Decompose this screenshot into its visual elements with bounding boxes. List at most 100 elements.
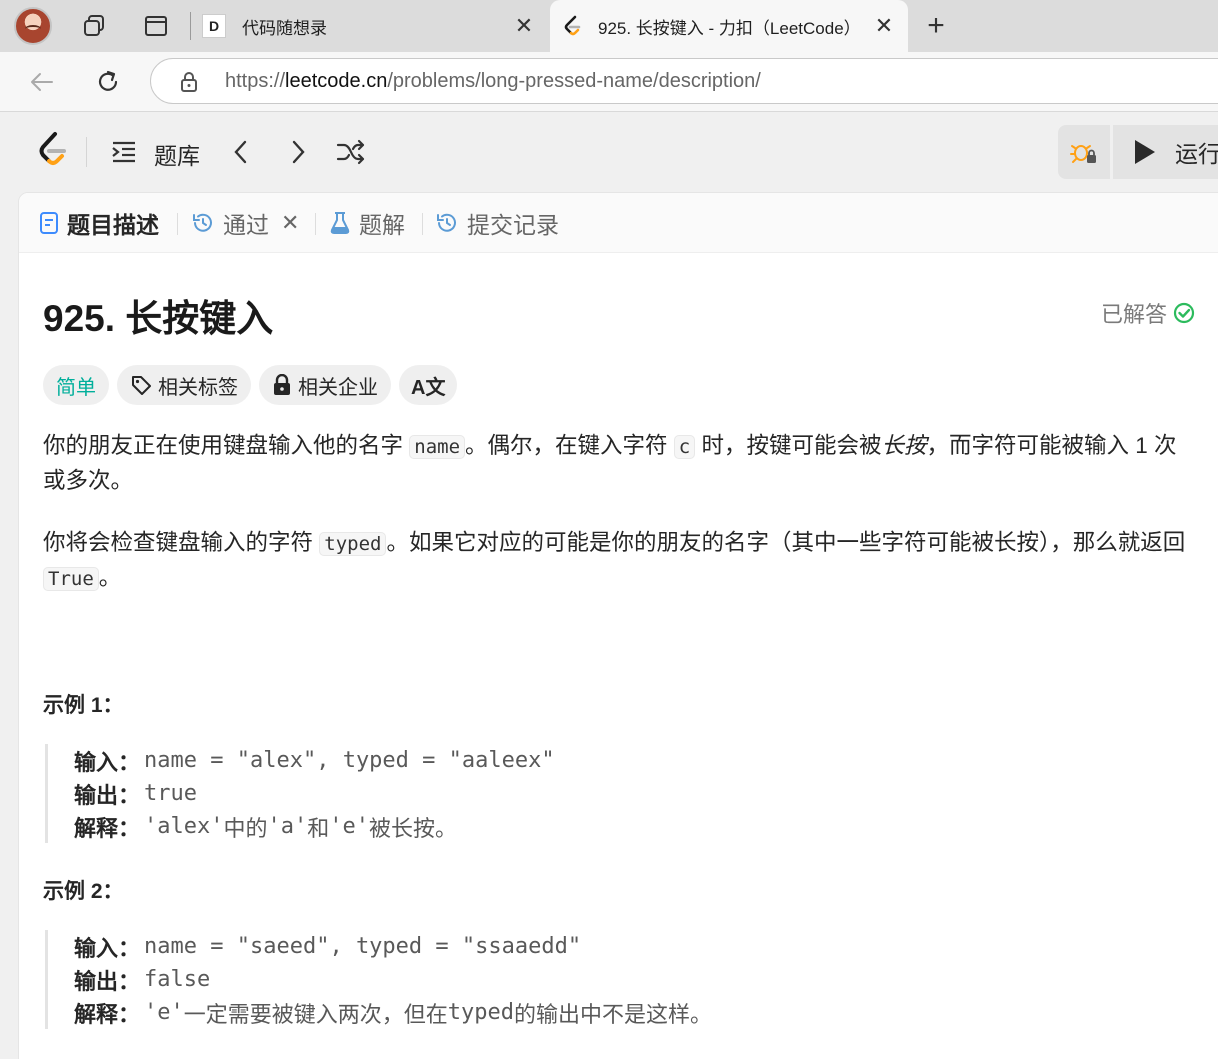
history-icon [437,213,456,232]
url-domain: leetcode.cn [285,70,388,92]
description-icon [40,212,58,234]
explain-label: 解释： [74,815,141,841]
tab-submissions[interactable]: 提交记录 [435,206,559,240]
new-tab-icon[interactable]: + [920,9,952,42]
chevron-right-icon [292,140,305,164]
tab-strip: D 代码随想录 ✕ 925. 长按键入 - 力扣（LeetCode） ✕ + [0,0,1218,52]
leetcode-header: 题库 运行 [0,113,1218,191]
tab-description[interactable]: 题目描述 [39,206,159,240]
lock-icon[interactable] [177,70,201,94]
tab-accepted-label: 通过 [223,212,269,238]
tab-description-label: 题目描述 [67,212,159,238]
explain-label: 解释： [74,1001,141,1027]
desc-emphasis: 长按 [881,433,927,458]
solved-status-label: 已解答 [1100,302,1167,327]
explain-text: 一定需要被键入两次，但在 [183,1001,448,1027]
tab-divider [422,213,423,235]
related-topics-button[interactable]: 相关标签 [117,365,251,405]
example-1-explanation: 解释：'alex' 中的 'a' 和 'e' 被长按。 [74,810,1195,843]
check-circle-icon [1173,302,1195,324]
explain-code: typed [447,1000,515,1025]
url-path: /problems/long-pressed-name/description/ [387,70,761,92]
problem-title[interactable]: 925. 长按键入 [43,288,273,342]
output-label: 输出： [74,782,141,808]
history-icon [193,213,212,232]
tab-actions-icon[interactable] [142,12,170,40]
header-divider [86,137,87,167]
output-label: 输出： [74,968,141,994]
play-icon [1135,140,1155,164]
desc-text: 。 [98,565,122,590]
daimasuixianglu-favicon-icon: D [202,14,226,38]
back-icon [31,73,53,91]
example-2-input: 输入： name = "saeed", typed = "ssaaedd" [74,930,1195,963]
debug-icon [1070,145,1096,163]
close-icon[interactable]: ✕ [281,210,299,236]
tag-icon [132,376,151,395]
example-1-title: 示例 1： [43,694,124,717]
back-button[interactable] [26,66,58,98]
tab-title: 925. 长按键入 - 力扣（LeetCode） [598,18,861,38]
prev-problem-button[interactable] [226,137,256,167]
related-companies-button[interactable]: 相关企业 [259,365,391,405]
explain-text: 中的 [223,815,268,841]
close-icon[interactable]: ✕ [512,13,536,38]
chevron-left-icon [234,140,247,164]
run-button[interactable]: 运行 [1113,125,1218,179]
random-problem-button[interactable] [336,137,366,167]
example-2-explanation: 解释：'e' 一定需要被键入两次，但在 typed 的输出中不是这样。 [74,996,1195,1029]
leetcode-favicon-icon [564,15,581,36]
explain-code: 'alex' [144,814,224,839]
inline-code: name [409,435,466,459]
problem-list-icon[interactable] [110,139,138,165]
desc-text: 你的朋友正在使用键盘输入他的名字 [43,433,410,458]
browser-tab-leetcode[interactable]: 925. 长按键入 - 力扣（LeetCode） ✕ [550,0,908,52]
tab-divider [177,213,178,235]
url-text[interactable]: https://leetcode.cn/problems/long-presse… [225,70,761,93]
browser-window: D 代码随想录 ✕ 925. 长按键入 - 力扣（LeetCode） ✕ + h… [0,0,1218,1059]
example-2-output: 输出： false [74,963,1195,996]
navigation-bar: https://leetcode.cn/problems/long-presse… [0,52,1218,112]
inline-code: typed [319,532,387,556]
translate-button[interactable]: A文 [399,365,458,405]
close-icon[interactable]: ✕ [872,13,896,38]
tab-accepted[interactable]: 通过 ✕ [191,206,299,240]
input-label: 输入： [74,935,141,961]
explain-code: 'a' [267,814,308,839]
example-2-block: 输入： name = "saeed", typed = "ssaaedd" 输出：… [45,930,1195,1029]
explain-code: 'e' [144,1000,184,1025]
browser-tab-daimasuixianglu[interactable]: D 代码随想录 ✕ [196,0,548,52]
problem-list-label[interactable]: 题库 [154,137,200,171]
address-bar[interactable]: https://leetcode.cn/problems/long-presse… [150,58,1218,104]
desc-text: 。偶尔，在键入字符 [465,433,674,458]
desc-text: 时，按键可能会被 [695,433,882,458]
profile-avatar[interactable] [14,7,52,45]
tab-strip-divider [190,12,191,40]
difficulty-badge: 简单 [43,365,109,405]
debug-button[interactable] [1058,125,1110,179]
leetcode-logo[interactable] [36,131,70,171]
solved-status: 已解答 [1101,297,1195,329]
desc-text: 你将会检查键盘输入的字符 [43,530,320,555]
refresh-button[interactable] [92,66,124,98]
tab-title: 代码随想录 [242,18,327,38]
description-panel: 题目描述 通过 ✕ 题解 提交记录 925. 长按键入 已解答 简单 相关标签 … [18,192,1218,1059]
tab-submissions-label: 提交记录 [467,212,559,238]
desc-text: 。如果它对应的可能是你的朋友的名字（其中一些字符可能被长按），那么就返回 [386,530,1186,555]
tab-solutions[interactable]: 题解 [329,206,405,240]
description-paragraph-1: 你的朋友正在使用键盘输入他的名字 name 。偶尔，在键入字符 c 时，按键可能会… [43,429,1193,498]
shuffle-icon [336,139,365,165]
url-scheme: https:// [225,70,286,92]
explain-code: 'e' [329,814,370,839]
tab-solutions-label: 题解 [359,212,405,238]
description-paragraph-2: 你将会检查键盘输入的字符 typed 。如果它对应的可能是你的朋友的名字（其中一些… [43,526,1193,596]
refresh-icon [98,70,118,91]
input-value: name = "saeed", typed = "ssaaedd" [144,934,582,959]
explain-text: 被长按。 [369,815,458,841]
next-problem-button[interactable] [283,137,313,167]
run-label: 运行 [1175,141,1218,167]
related-topics-label: 相关标签 [158,376,238,399]
workspaces-icon[interactable] [80,12,108,40]
example-1-input: 输入： name = "alex", typed = "aaleex" [74,744,1195,777]
lock-icon [274,374,290,395]
